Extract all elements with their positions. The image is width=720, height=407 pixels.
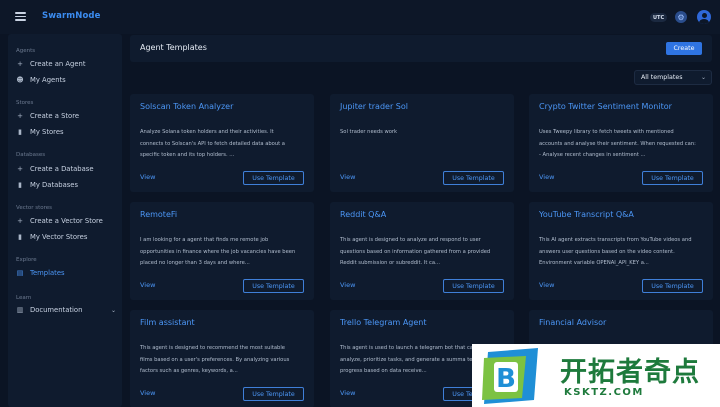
use-template-button[interactable]: Use Template: [443, 171, 504, 185]
plus-icon: +: [17, 59, 23, 68]
templates-icon: ▤: [16, 268, 24, 277]
template-card-title[interactable]: Solscan Token Analyzer: [140, 102, 233, 111]
template-card-description: Uses Tweepy library to fetch tweets with…: [539, 129, 696, 158]
template-card-description: Sol trader needs work: [340, 129, 398, 135]
timezone-badge[interactable]: UTC: [650, 13, 668, 22]
sidebar-section-label: Vector stores: [16, 205, 53, 211]
watermark-text-cn: 开拓者奇点: [560, 357, 700, 388]
page-header: Agent Templates Create: [130, 35, 712, 62]
sidebar-item[interactable]: ▤ Templates: [16, 267, 120, 279]
template-card: Jupiter trader Sol Sol trader needs work…: [330, 94, 514, 192]
template-card-description: This agent is designed to analyze and re…: [340, 237, 491, 266]
gear-icon[interactable]: ⚙: [675, 11, 687, 23]
view-template-link[interactable]: View: [140, 389, 155, 397]
template-card: YouTube Transcript Q&A This AI agent ext…: [529, 202, 713, 300]
template-filter-select[interactable]: All templates ⌄: [634, 70, 712, 85]
template-card-title[interactable]: Jupiter trader Sol: [340, 102, 408, 111]
template-card-title[interactable]: Reddit Q&A: [340, 210, 386, 219]
template-card: Solscan Token Analyzer Analyze Solana to…: [130, 94, 314, 192]
sidebar-item-label: My Stores: [30, 128, 64, 136]
robot-icon: ☻: [16, 75, 24, 84]
template-filter-value: All templates: [641, 74, 683, 81]
sidebar-section-label: Databases: [16, 152, 46, 158]
template-card-title[interactable]: RemoteFi: [140, 210, 177, 219]
watermark-logo-icon: B: [482, 348, 538, 404]
sidebar-item-label: Templates: [30, 269, 65, 277]
view-template-link[interactable]: View: [140, 281, 155, 289]
sidebar-item-label: My Databases: [30, 181, 79, 189]
template-card-description: This agent is designed to recommend the …: [140, 345, 290, 374]
sidebar-item[interactable]: ▮ My Stores: [16, 126, 120, 138]
template-card-description: Analyze Solana token holders and their a…: [140, 129, 285, 158]
sidebar-item[interactable]: + Create a Vector Store: [16, 215, 120, 227]
book-icon: ▥: [16, 305, 24, 314]
database-icon: ▮: [18, 127, 22, 136]
sidebar-section-label: Explore: [16, 257, 37, 263]
menu-icon[interactable]: [15, 12, 26, 21]
watermark: B 开拓者奇点 KSKTZ.COM: [472, 344, 720, 407]
template-card-title[interactable]: Crypto Twitter Sentiment Monitor: [539, 102, 672, 111]
template-card-title[interactable]: Film assistant: [140, 318, 195, 327]
plus-icon: +: [17, 164, 23, 173]
use-template-button[interactable]: Use Template: [243, 279, 304, 293]
use-template-button[interactable]: Use Template: [443, 279, 504, 293]
page-title: Agent Templates: [140, 43, 207, 52]
chevron-down-icon: ⌄: [700, 74, 706, 81]
view-template-link[interactable]: View: [340, 173, 355, 181]
use-template-button[interactable]: Use Template: [243, 171, 304, 185]
use-template-button[interactable]: Use Template: [243, 387, 304, 401]
sidebar-item[interactable]: ▮ My Vector Stores: [16, 231, 120, 243]
plus-icon: +: [17, 111, 23, 120]
sidebar-item[interactable]: + Create an Agent: [16, 58, 120, 70]
view-template-link[interactable]: View: [539, 173, 554, 181]
database-icon: ▮: [18, 232, 22, 241]
view-template-link[interactable]: View: [140, 173, 155, 181]
user-avatar-icon[interactable]: [697, 10, 711, 24]
template-card: Reddit Q&A This agent is designed to ana…: [330, 202, 514, 300]
sidebar-item[interactable]: ☻ My Agents: [16, 74, 120, 86]
brand-logo[interactable]: SwarmNode: [42, 11, 100, 21]
chevron-down-icon: ⌄: [110, 306, 116, 314]
sidebar-item[interactable]: + Create a Store: [16, 110, 120, 122]
database-icon: ▮: [18, 180, 22, 189]
sidebar-item-label: Create a Store: [30, 112, 80, 120]
sidebar-item[interactable]: ▮ My Databases: [16, 179, 120, 191]
template-card: RemoteFi I am looking for a agent that f…: [130, 202, 314, 300]
sidebar-section-label: Agents: [16, 48, 36, 54]
svg-text:B: B: [496, 364, 516, 394]
template-card-title[interactable]: Financial Advisor: [539, 318, 606, 327]
template-card: Film assistant This agent is designed to…: [130, 310, 314, 407]
view-template-link[interactable]: View: [340, 281, 355, 289]
use-template-button[interactable]: Use Template: [642, 279, 703, 293]
watermark-text-en: KSKTZ.COM: [564, 387, 644, 398]
sidebar-item[interactable]: ▥ Documentation ⌄: [16, 304, 120, 316]
template-card-description: This AI agent extracts transcripts from …: [539, 237, 692, 266]
sidebar-item-label: My Agents: [30, 76, 66, 84]
create-button[interactable]: Create: [666, 42, 702, 55]
sidebar-section-label: Learn: [16, 295, 32, 301]
sidebar-item-label: My Vector Stores: [30, 233, 88, 241]
view-template-link[interactable]: View: [340, 389, 355, 397]
sidebar-item-label: Create a Vector Store: [30, 217, 103, 225]
template-card: Crypto Twitter Sentiment Monitor Uses Tw…: [529, 94, 713, 192]
template-card-description: I am looking for a agent that finds me r…: [140, 237, 296, 266]
top-bar: SwarmNode UTC ⚙: [0, 0, 720, 34]
template-card-title[interactable]: YouTube Transcript Q&A: [539, 210, 634, 219]
sidebar-item[interactable]: + Create a Database: [16, 163, 120, 175]
view-template-link[interactable]: View: [539, 281, 554, 289]
plus-icon: +: [17, 216, 23, 225]
sidebar-item-label: Create an Agent: [30, 60, 86, 68]
template-card-title[interactable]: Trello Telegram Agent: [340, 318, 427, 327]
sidebar-item-label: Create a Database: [30, 165, 94, 173]
sidebar: Agents + Create an Agent ☻ My Agents Stores + C…: [8, 34, 122, 407]
use-template-button[interactable]: Use Template: [642, 171, 703, 185]
sidebar-section-label: Stores: [16, 100, 34, 106]
sidebar-item-label: Documentation: [30, 306, 83, 314]
